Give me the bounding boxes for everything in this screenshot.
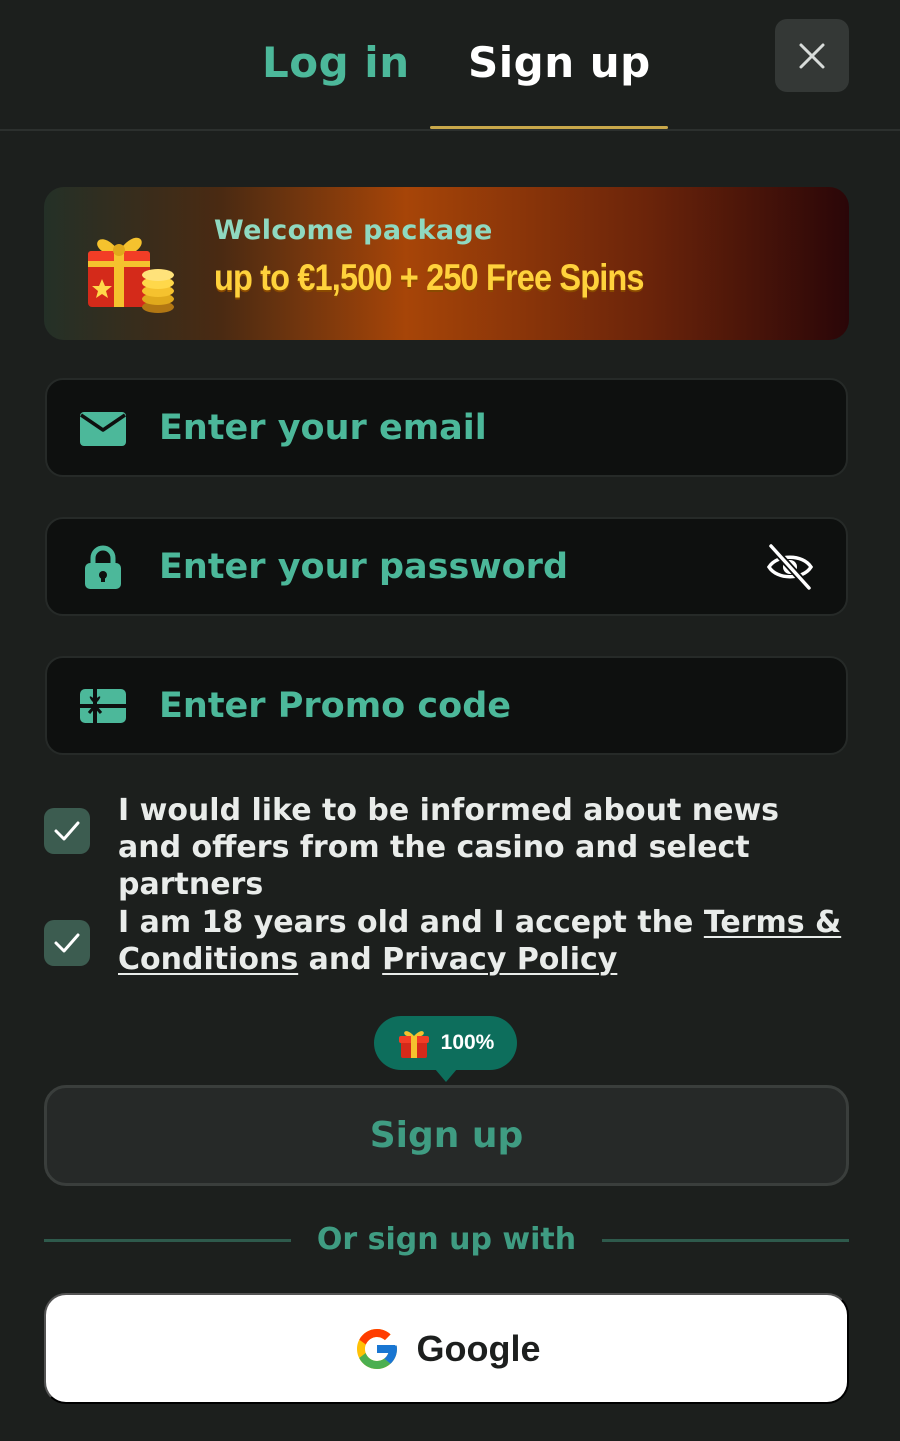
bonus-badge: 100% <box>374 1016 517 1082</box>
gift-card-icon <box>79 682 127 730</box>
checkmark-icon <box>54 821 80 841</box>
signup-button[interactable]: Sign up <box>44 1085 849 1186</box>
eye-off-icon <box>766 542 814 591</box>
banner-offer: up to €1,500 + 250 Free Spins <box>214 257 645 298</box>
close-button[interactable] <box>775 19 849 92</box>
gift-box-icon <box>88 237 174 313</box>
banner-label: Welcome package <box>214 215 493 246</box>
news-consent-label: I would like to be informed about news a… <box>118 793 780 902</box>
google-button-label: Google <box>416 1327 541 1369</box>
bonus-percent: 100% <box>440 1031 495 1054</box>
lock-icon <box>79 543 127 591</box>
close-icon <box>799 43 825 68</box>
tab-signup[interactable]: Sign up <box>468 38 651 87</box>
terms-consent-label: I am 18 years old and I accept the Terms… <box>118 904 848 978</box>
terms-text-before: I am 18 years old and I accept the <box>118 905 704 940</box>
envelope-icon <box>79 404 127 452</box>
active-tab-indicator <box>430 126 668 129</box>
google-logo-icon <box>356 1328 397 1369</box>
signup-modal: Log in Sign up Welcome package up to €1,… <box>0 0 900 1441</box>
news-consent-checkbox[interactable] <box>44 808 90 854</box>
terms-consent-checkbox[interactable] <box>44 920 90 966</box>
tab-login[interactable]: Log in <box>262 38 410 87</box>
google-signup-button[interactable]: Google <box>44 1293 849 1404</box>
password-visibility-toggle[interactable] <box>764 541 816 593</box>
tabs-header: Log in Sign up <box>0 0 900 131</box>
social-divider: Or sign up with <box>44 1220 849 1260</box>
email-input[interactable] <box>159 380 759 475</box>
promo-field <box>45 656 848 755</box>
gift-icon <box>398 1031 429 1058</box>
terms-text-middle: and <box>298 942 383 977</box>
privacy-policy-link[interactable]: Privacy Policy <box>382 942 617 977</box>
password-input[interactable] <box>159 519 759 614</box>
divider-line-right <box>602 1239 849 1242</box>
email-field <box>45 378 848 477</box>
promo-input[interactable] <box>159 658 759 753</box>
welcome-banner: Welcome package up to €1,500 + 250 Free … <box>44 187 849 340</box>
password-field <box>45 517 848 616</box>
checkmark-icon <box>54 933 80 953</box>
